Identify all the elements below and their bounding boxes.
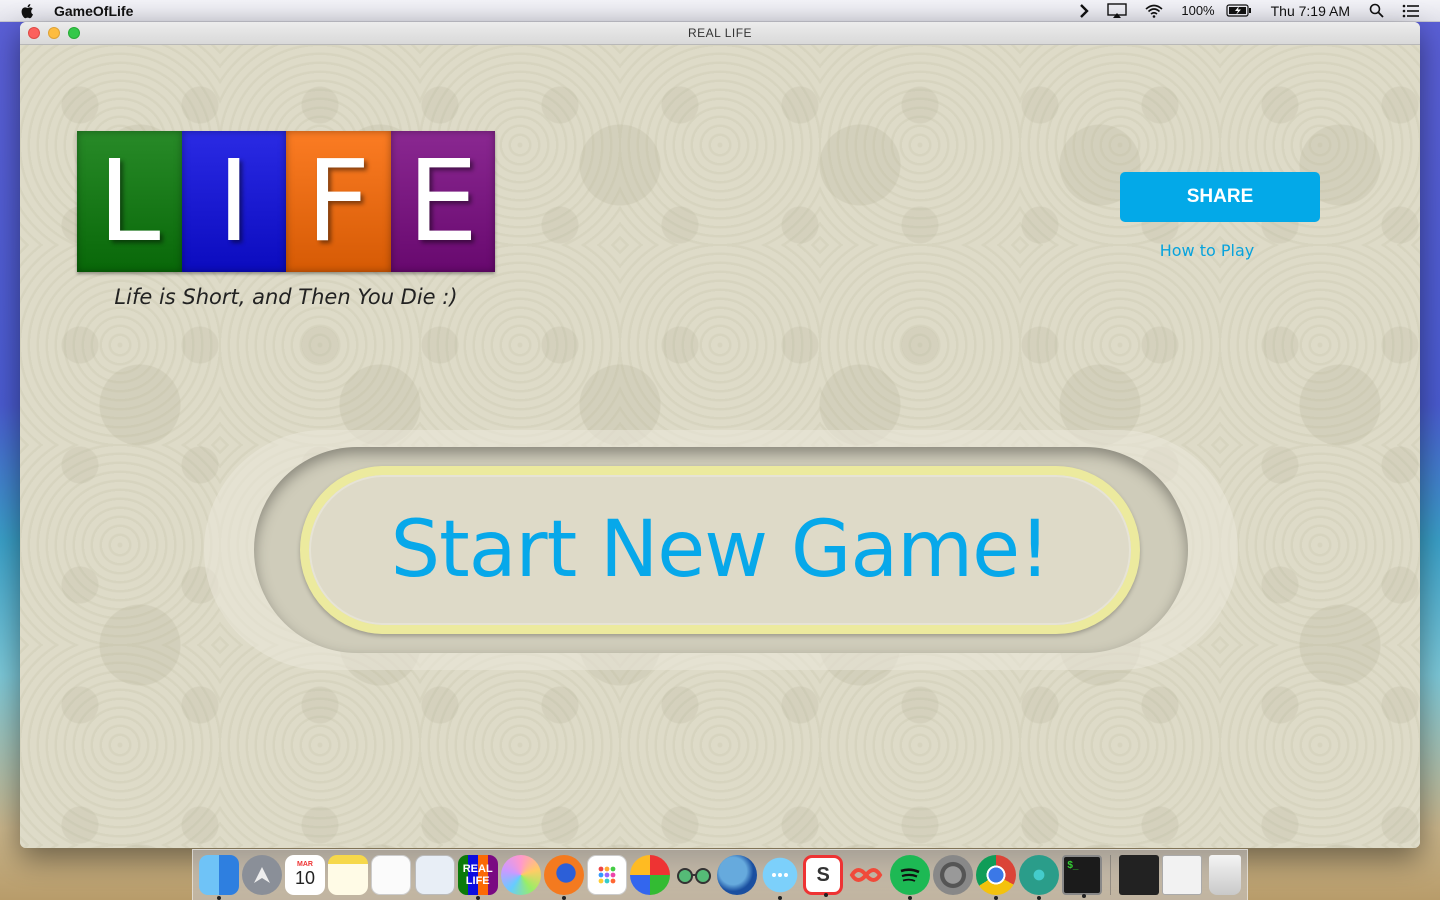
firefox-icon[interactable]: [544, 855, 585, 900]
logo-letter-i: I: [181, 131, 286, 272]
window-titlebar[interactable]: REAL LIFE: [20, 22, 1420, 45]
finder-icon[interactable]: [198, 855, 239, 900]
how-to-play-link[interactable]: How to Play: [1120, 241, 1294, 260]
airplay-icon[interactable]: [1107, 2, 1128, 19]
system-preferences-icon[interactable]: [932, 855, 973, 895]
picasa-icon[interactable]: [630, 855, 671, 895]
google-earth-icon[interactable]: [716, 855, 757, 895]
minimized-browser-window[interactable]: [1161, 855, 1202, 895]
share-button[interactable]: SHARE: [1120, 172, 1320, 222]
spotlight-search-icon[interactable]: [1369, 3, 1384, 18]
trash-icon[interactable]: [1209, 855, 1242, 895]
start-new-game-button[interactable]: Start New Game!: [300, 466, 1140, 634]
logo-letter-l: L: [77, 131, 182, 272]
infinity-app-icon[interactable]: [846, 855, 886, 895]
launchpad-icon[interactable]: [241, 855, 282, 895]
glasses-app-icon[interactable]: [674, 855, 714, 895]
calendar-month: MAR: [296, 861, 313, 868]
real-life-app-label-bottom: LIFE: [465, 875, 490, 887]
preview-icon[interactable]: [414, 855, 455, 895]
start-new-game-label: Start New Game!: [390, 505, 1051, 595]
real-life-app-icon[interactable]: REAL LIFE: [457, 855, 498, 900]
terminal-icon[interactable]: $_: [1062, 855, 1103, 898]
notes-icon[interactable]: [328, 855, 369, 895]
wifi-icon[interactable]: [1145, 4, 1163, 18]
slack-icon[interactable]: S: [803, 855, 844, 897]
apple-menu-icon[interactable]: [20, 3, 36, 19]
dock: MAR 10 REAL LIFE S $_: [192, 849, 1248, 900]
battery-percent: 100%: [1181, 3, 1215, 18]
tagline: Life is Short, and Then You Die :): [114, 285, 458, 309]
calendar-day: 10: [294, 868, 315, 888]
spotify-icon[interactable]: [889, 855, 930, 900]
notification-center-icon[interactable]: [1402, 4, 1420, 18]
menu-clock[interactable]: Thu 7:19 AM: [1271, 3, 1350, 19]
real-life-app-label-top: REAL: [462, 863, 493, 875]
window-controls: [28, 27, 80, 39]
chevron-right-icon[interactable]: [1079, 3, 1090, 18]
calendar-icon[interactable]: MAR 10: [284, 855, 325, 895]
minimized-terminal-window[interactable]: [1118, 855, 1159, 895]
battery-charging-icon[interactable]: [1226, 4, 1252, 17]
chrome-icon[interactable]: [975, 855, 1016, 900]
atom-icon[interactable]: [1019, 855, 1060, 900]
messages-icon[interactable]: [760, 855, 801, 900]
window-close-button[interactable]: [28, 27, 40, 39]
menu-bar: GameOfLife 100% Thu 7:19 AM: [0, 0, 1440, 22]
life-logo: L I F E: [77, 131, 495, 272]
app-window: REAL LIFE L I F E Life is Short, and The…: [20, 22, 1420, 848]
photos-icon[interactable]: [500, 855, 541, 895]
app-menu-name[interactable]: GameOfLife: [54, 3, 133, 19]
app-grid-icon[interactable]: [587, 855, 628, 895]
dock-separator: [1109, 855, 1111, 895]
window-zoom-button[interactable]: [68, 27, 80, 39]
reminders-icon[interactable]: [371, 855, 412, 895]
window-minimize-button[interactable]: [48, 27, 60, 39]
window-title: REAL LIFE: [687, 26, 753, 40]
main-content: L I F E Life is Short, and Then You Die …: [20, 45, 1420, 848]
logo-letter-f: F: [286, 131, 391, 272]
logo-letter-e: E: [390, 131, 495, 272]
